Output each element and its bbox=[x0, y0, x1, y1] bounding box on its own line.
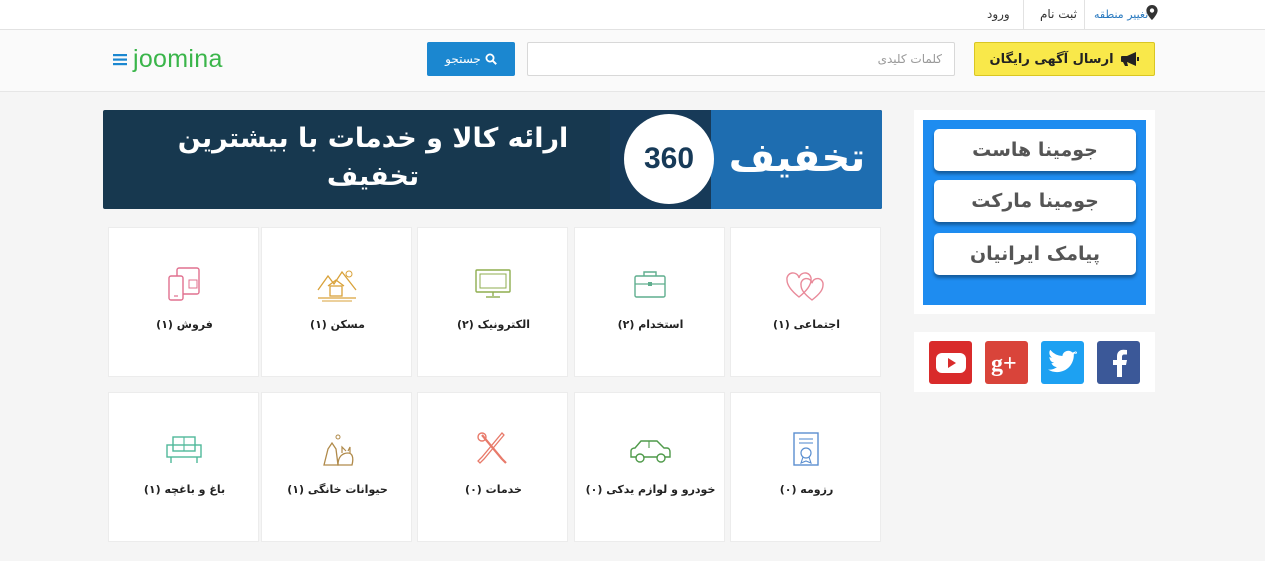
briefcase-icon bbox=[634, 271, 666, 298]
banner-headline: ارائه کالا و خدمات با بیشترین تخفیف bbox=[133, 120, 613, 200]
topbar-divider bbox=[1023, 0, 1024, 29]
sidebar-link-joomina-host[interactable]: جومینا هاست bbox=[934, 129, 1136, 171]
search-icon bbox=[485, 53, 497, 65]
category-tile-garden[interactable]: باغ و باغچه (۱) bbox=[108, 392, 259, 542]
login-link[interactable]: ورود bbox=[987, 0, 1010, 29]
badge-360: 360 bbox=[624, 114, 714, 204]
devices-icon bbox=[168, 267, 200, 301]
search-button[interactable]: جستجو bbox=[427, 42, 515, 76]
category-tile-resume[interactable]: رزومه (۰) bbox=[730, 392, 881, 542]
search-button-label: جستجو bbox=[445, 52, 481, 66]
promo-banner[interactable]: ارائه کالا و خدمات با بیشترین تخفیف 360 … bbox=[103, 110, 882, 209]
monitor-icon bbox=[475, 269, 511, 298]
change-region-label: تغییر منطقه bbox=[1094, 8, 1149, 21]
tools-icon bbox=[477, 432, 507, 464]
topbar-divider bbox=[1084, 0, 1085, 29]
post-ad-button[interactable]: ارسال آگهی رایگان bbox=[974, 42, 1155, 76]
banner-headline-line2: تخفیف bbox=[326, 161, 420, 192]
logo-text: joomina bbox=[133, 44, 223, 73]
category-tile-housing[interactable]: مسکن (۱) bbox=[261, 227, 412, 377]
house-landscape-icon bbox=[317, 270, 357, 302]
site-logo[interactable]: joomina bbox=[113, 42, 223, 76]
category-label: الکترونیک (۲) bbox=[457, 318, 530, 331]
header: ارسال آگهی رایگان جستجو joomina bbox=[0, 30, 1265, 92]
sidebar-link-payamak-iranian[interactable]: پیامک ایرانیان bbox=[934, 233, 1136, 275]
hearts-icon bbox=[786, 272, 824, 301]
post-ad-label: ارسال آگهی رایگان bbox=[989, 51, 1114, 67]
category-label: استخدام (۲) bbox=[617, 318, 684, 331]
category-label: خدمات (۰) bbox=[465, 483, 522, 496]
takhfif-logo-word: تخفیف bbox=[728, 135, 866, 181]
category-label: مسکن (۱) bbox=[310, 318, 365, 331]
category-label: حیوانات خانگی (۱) bbox=[287, 483, 388, 496]
category-tile-pets[interactable]: حیوانات خانگی (۱) bbox=[261, 392, 412, 542]
google-plus-icon[interactable]: g+ bbox=[985, 341, 1028, 384]
certificate-icon bbox=[793, 432, 819, 466]
svg-text:g+: g+ bbox=[991, 351, 1017, 377]
category-tile-social[interactable]: اجتماعی (۱) bbox=[730, 227, 881, 377]
category-label: اجتماعی (۱) bbox=[773, 318, 840, 331]
register-link[interactable]: ثبت نام bbox=[1040, 0, 1077, 29]
category-tile-jobs[interactable]: استخدام (۲) bbox=[574, 227, 725, 377]
car-icon bbox=[630, 440, 671, 463]
location-pin-icon[interactable] bbox=[1146, 5, 1158, 20]
twitter-icon[interactable] bbox=[1041, 341, 1084, 384]
top-bar: تغییر منطقه ثبت نام ورود bbox=[0, 0, 1265, 30]
sidebar-link-joomina-market[interactable]: جومینا مارکت bbox=[934, 180, 1136, 222]
takhfif360-logo: 360 تخفیف bbox=[610, 110, 882, 209]
hamburger-menu-icon[interactable] bbox=[113, 53, 127, 66]
category-label: رزومه (۰) bbox=[779, 483, 834, 496]
megaphone-icon bbox=[1120, 52, 1139, 66]
banner-headline-line1: ارائه کالا و خدمات با بیشترین bbox=[177, 123, 569, 154]
social-links: g+ bbox=[914, 332, 1155, 392]
category-label: خودرو و لوازم یدکی (۰) bbox=[585, 483, 716, 496]
facebook-icon[interactable] bbox=[1097, 341, 1140, 384]
category-tile-electronics[interactable]: الکترونیک (۲) bbox=[417, 227, 568, 377]
category-label: باغ و باغچه (۱) bbox=[143, 483, 226, 496]
category-tile-sales[interactable]: فروش (۱) bbox=[108, 227, 259, 377]
category-tile-cars[interactable]: خودرو و لوازم یدکی (۰) bbox=[574, 392, 725, 542]
pets-icon bbox=[323, 434, 354, 466]
category-tile-services[interactable]: خدمات (۰) bbox=[417, 392, 568, 542]
sofa-icon bbox=[166, 436, 202, 463]
category-label: فروش (۱) bbox=[156, 318, 213, 331]
change-region-link[interactable]: تغییر منطقه bbox=[1094, 0, 1148, 29]
youtube-icon[interactable] bbox=[929, 341, 972, 384]
search-input[interactable] bbox=[527, 42, 955, 76]
sidebar-ad-panel: جومینا هاست جومینا مارکت پیامک ایرانیان bbox=[914, 110, 1155, 314]
sidebar-ad-box: جومینا هاست جومینا مارکت پیامک ایرانیان bbox=[923, 120, 1146, 305]
